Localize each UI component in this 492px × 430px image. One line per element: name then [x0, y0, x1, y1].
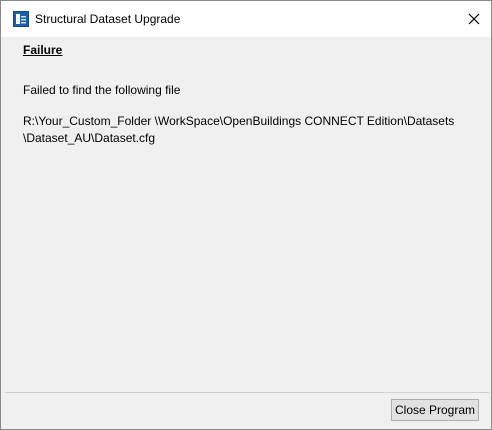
dialog-window: Structural Dataset Upgrade Failure Faile…	[0, 0, 492, 430]
close-program-button[interactable]: Close Program	[391, 399, 479, 421]
dialog-footer: Close Program	[5, 392, 489, 427]
path-line-1: R:\Your_Custom_Folder \WorkSpace\OpenBui…	[23, 114, 455, 128]
window-close-button[interactable]	[457, 1, 491, 37]
failure-heading: Failure	[23, 43, 63, 57]
dialog-content: Failure Failed to find the following fil…	[5, 37, 489, 391]
window-title: Structural Dataset Upgrade	[35, 12, 181, 26]
structural-app-icon	[13, 11, 29, 27]
error-message: Failed to find the following file	[23, 83, 181, 97]
title-bar[interactable]: Structural Dataset Upgrade	[1, 1, 491, 37]
path-line-2: \Dataset_AU\Dataset.cfg	[23, 131, 156, 145]
missing-file-path: R:\Your_Custom_Folder \WorkSpace\OpenBui…	[23, 113, 483, 147]
